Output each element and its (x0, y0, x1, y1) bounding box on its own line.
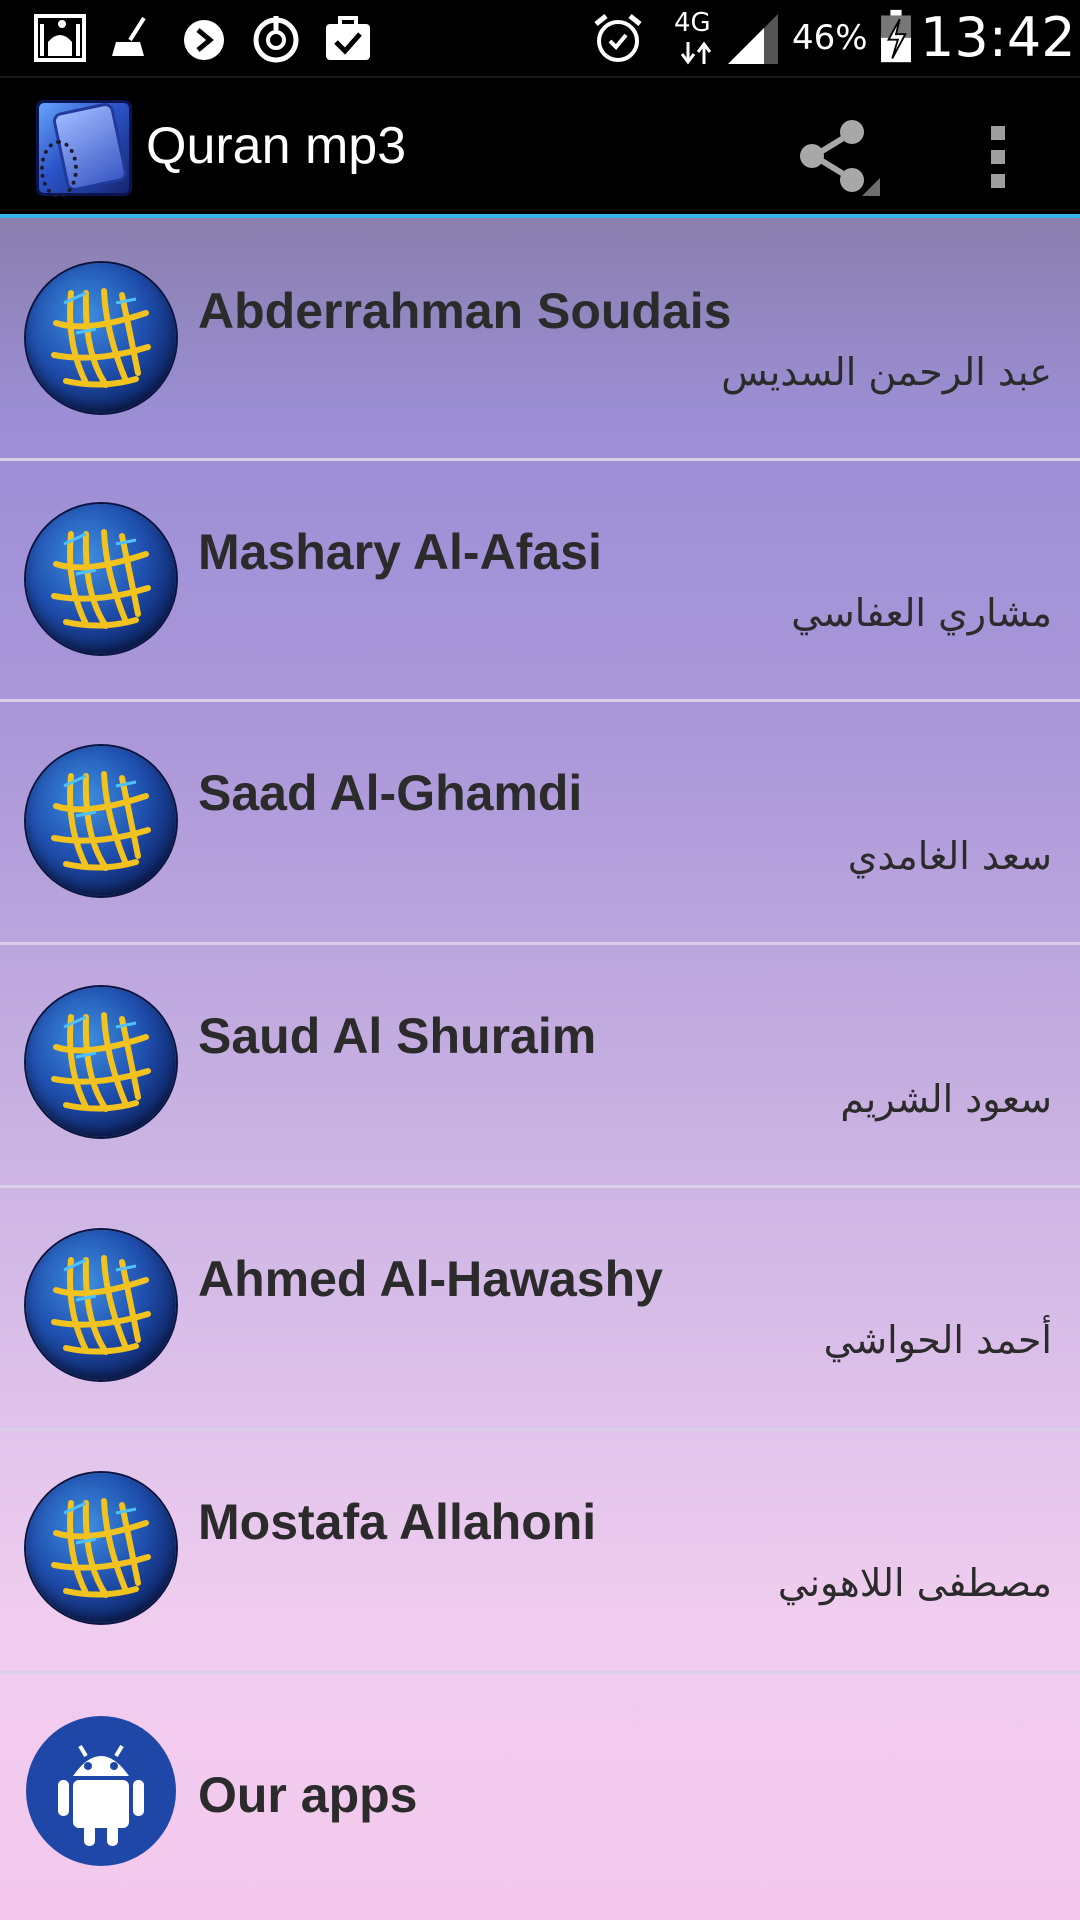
quran-calligraphy-icon (26, 1230, 176, 1380)
broom-icon (112, 16, 146, 56)
our-apps-label: Our apps (198, 1767, 418, 1823)
signal-icon (728, 14, 778, 64)
reciter-name: Mashary Al-Afasi (198, 524, 602, 580)
prayer-beads-icon (40, 140, 78, 198)
app-title: Quran mp3 (146, 117, 407, 175)
list-item-reciter-4[interactable]: Saud Al Shuraim سعود الشريم (0, 945, 1080, 1188)
network-type-label: 4G (674, 8, 711, 38)
reciter-name-arabic: مصطفى اللاهوني (777, 1561, 1052, 1605)
reciter-name-arabic: سعود الشريم (840, 1077, 1052, 1121)
mosque-icon (34, 14, 86, 62)
quran-calligraphy-icon (26, 987, 176, 1137)
reciter-name: Mostafa Allahoni (198, 1494, 597, 1550)
reciter-list: Abderrahman Soudais عبد الرحمن السديس Ma… (0, 218, 1080, 1920)
clipboard-check-icon (326, 16, 370, 60)
power-timer-icon (253, 16, 299, 63)
share-icon[interactable] (784, 114, 884, 198)
reciter-name: Ahmed Al-Hawashy (198, 1251, 663, 1307)
sync-arrow-icon (184, 20, 224, 60)
quran-calligraphy-icon (26, 1473, 176, 1623)
reciter-name-arabic: مشاري العفاسي (791, 591, 1052, 635)
list-item-reciter-1[interactable]: Abderrahman Soudais عبد الرحمن السديس (0, 218, 1080, 461)
status-bar: 4G 46% 13:42 (0, 0, 1080, 76)
quran-app-logo[interactable] (36, 100, 132, 198)
quran-calligraphy-icon (26, 504, 176, 654)
alarm-icon (594, 14, 642, 62)
reciter-name: Abderrahman Soudais (198, 283, 732, 339)
list-item-reciter-6[interactable]: Mostafa Allahoni مصطفى اللاهوني (0, 1431, 1080, 1674)
reciter-name: Saud Al Shuraim (198, 1008, 597, 1064)
quran-calligraphy-icon (26, 746, 176, 896)
list-item-reciter-3[interactable]: Saad Al-Ghamdi سعد الغامدي (0, 702, 1080, 945)
battery-percent: 46% (792, 18, 868, 58)
network-4g-icon: 4G (670, 8, 720, 68)
battery-charging-icon (881, 9, 911, 63)
reciter-name-arabic: عبد الرحمن السديس (721, 350, 1052, 394)
list-item-reciter-2[interactable]: Mashary Al-Afasi مشاري العفاسي (0, 461, 1080, 702)
overflow-menu-icon[interactable] (976, 114, 1020, 198)
reciter-name: Saad Al-Ghamdi (198, 765, 583, 821)
reciter-name-arabic: سعد الغامدي (847, 834, 1052, 878)
action-bar: Quran mp3 (0, 76, 1080, 219)
list-item-reciter-5[interactable]: Ahmed Al-Hawashy أحمد الحواشي (0, 1188, 1080, 1431)
quran-calligraphy-icon (26, 263, 176, 413)
reciter-name-arabic: أحمد الحواشي (823, 1318, 1052, 1362)
clock: 13:42 (920, 6, 1076, 69)
android-icon (26, 1716, 176, 1866)
list-item-our-apps[interactable]: Our apps (0, 1674, 1080, 1917)
